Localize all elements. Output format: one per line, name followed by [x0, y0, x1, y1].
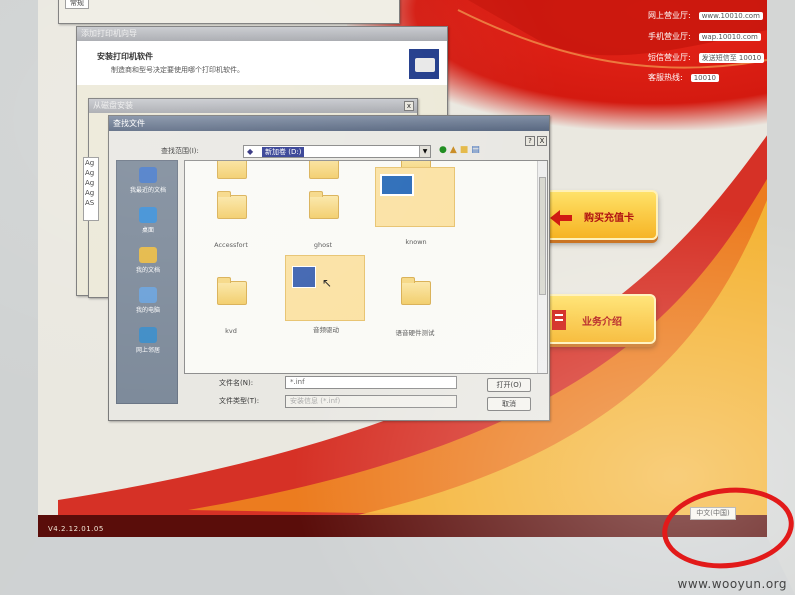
photo-of-kiosk-screen: 网上营业厅: www.10010.com 手机营业厅: wap.10010.com … [0, 0, 795, 595]
watermark: www.wooyun.org [677, 577, 787, 591]
